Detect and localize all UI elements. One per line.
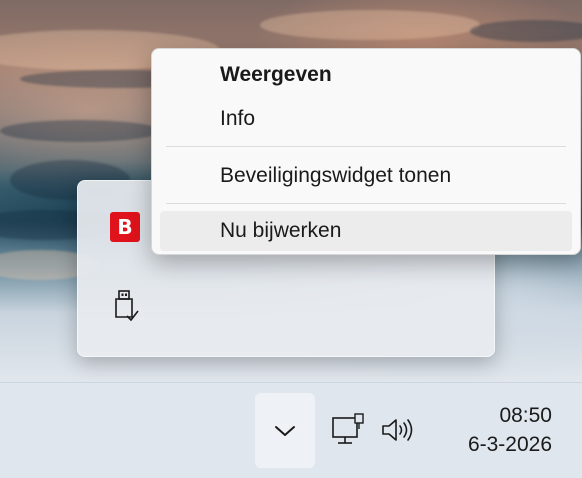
menu-item-update-now[interactable]: Nu bijwerken [160,211,572,251]
menu-item-info[interactable]: Info [160,99,572,139]
menu-item-show-security-widget[interactable]: Beveiligingswidget tonen [160,156,572,196]
tray-context-menu: Weergeven Info Beveiligingswidget tonen … [151,48,581,255]
security-app-tray-icon[interactable]: B [109,211,141,243]
menu-separator [166,146,566,147]
volume-icon[interactable] [380,415,414,445]
usb-drive-icon [115,290,139,322]
security-app-logo-icon: B [110,212,140,242]
show-hidden-icons-button[interactable] [255,393,315,468]
clock-date: 6-3-2026 [467,433,552,456]
network-icon[interactable] [331,413,365,449]
taskbar: 08:50 6-3-2026 [0,382,582,478]
clock-time: 08:50 [499,404,552,427]
security-logo-letter: B [117,215,133,239]
menu-separator [166,203,566,204]
usb-safely-remove-icon[interactable] [109,290,141,323]
menu-item-weergeven[interactable]: Weergeven [160,55,572,95]
taskbar-clock[interactable]: 08:50 6-3-2026 [430,401,552,459]
chevron-icon [275,425,295,436]
